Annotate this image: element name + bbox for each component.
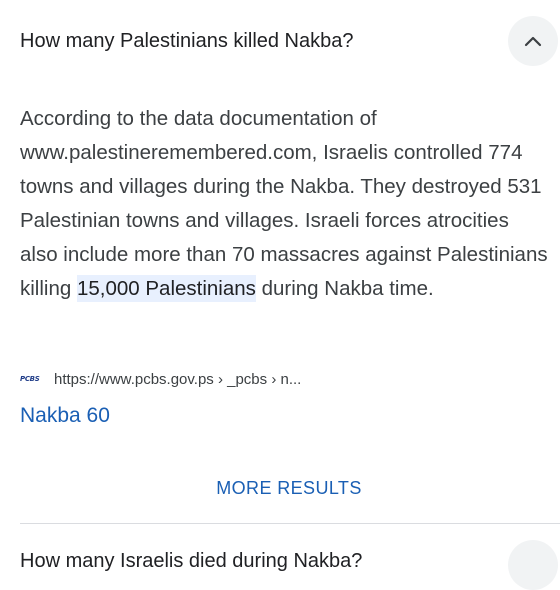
source-row[interactable]: PCBS https://www.pcbs.gov.ps › _pcbs › n… <box>20 368 301 390</box>
source-url[interactable]: https://www.pcbs.gov.ps › _pcbs › n... <box>54 371 301 388</box>
expand-button[interactable] <box>508 540 558 590</box>
collapse-button[interactable] <box>508 16 558 66</box>
answer-text-before: According to the data documentation of w… <box>20 107 548 300</box>
answer-text-after: during Nakba time. <box>255 277 434 300</box>
source-title-link[interactable]: Nakba 60 <box>20 402 110 430</box>
more-results-button[interactable]: MORE RESULTS <box>0 474 560 502</box>
question-title: How many Palestinians killed Nakba? <box>20 30 354 52</box>
chevron-up-icon <box>524 35 542 47</box>
answer-text: According to the data documentation of w… <box>20 102 550 306</box>
pcbs-favicon-icon: PCBS <box>20 375 40 383</box>
divider <box>20 523 560 524</box>
question-header[interactable]: How many Palestinians killed Nakba? <box>0 0 560 82</box>
next-question-title[interactable]: How many Israelis died during Nakba? <box>20 548 362 574</box>
answer-highlight: 15,000 Palestinians <box>76 275 256 302</box>
